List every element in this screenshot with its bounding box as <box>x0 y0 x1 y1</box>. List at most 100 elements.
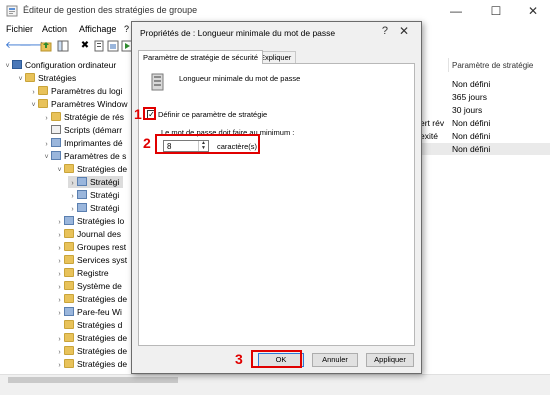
window-title: Éditeur de gestion des stratégies de gro… <box>23 5 198 15</box>
tree-item[interactable]: › Imprimantes dé <box>42 137 123 149</box>
tree-item-label: Système de <box>77 281 122 291</box>
policy-name: Longueur minimale du mot de passe <box>179 74 301 83</box>
tree-item-label: Stratégi <box>90 203 120 213</box>
annotation-number-3: 3 <box>235 351 243 367</box>
minimize-button[interactable]: — <box>437 0 475 22</box>
forward-arrow-icon[interactable]: 🡒 <box>19 40 46 52</box>
policy-value[interactable]: Non défini <box>452 78 490 90</box>
menu-affichage[interactable]: Affichage <box>79 24 116 34</box>
tree-item-label: Stratégi <box>90 190 120 200</box>
security-icon <box>51 151 61 160</box>
policy-list-pane: Paramètre de stratégie Non défini 365 jo… <box>418 57 550 370</box>
tree-item[interactable]: › Stratégies de <box>55 293 127 305</box>
tree-pane: ˅ Configuration ordinateur ˅ Stratégies › P… <box>0 57 135 370</box>
menu-fichier[interactable]: Fichier <box>6 24 33 34</box>
tree-item[interactable]: › Stratégies de <box>55 358 127 370</box>
folder-icon <box>51 112 61 121</box>
expand-icon[interactable]: ˅ <box>16 74 25 86</box>
column-header-setting[interactable]: Paramètre de stratégie <box>452 61 533 70</box>
tree-item[interactable]: › Stratégies lo <box>55 215 124 227</box>
folder-icon <box>64 255 74 264</box>
tree-item-label: Services syst <box>77 255 128 265</box>
tree-item-selected[interactable]: › Stratégi <box>68 176 124 188</box>
policy-value[interactable]: 365 jours <box>452 91 487 103</box>
dialog-help-button[interactable]: ? <box>382 25 388 37</box>
policy-name-partial[interactable]: exité <box>420 130 438 142</box>
policy-server-icon <box>151 73 164 91</box>
up-folder-icon[interactable] <box>40 40 52 52</box>
expand-icon[interactable]: ˅ <box>42 152 51 164</box>
tree-item-label: Journal des <box>77 229 121 239</box>
folder-icon <box>64 320 74 329</box>
apply-button[interactable]: Appliquer <box>366 353 414 367</box>
maximize-button[interactable]: ☐ <box>477 0 515 22</box>
define-setting-label[interactable]: Définir ce paramètre de stratégie <box>158 110 267 119</box>
delete-icon[interactable]: ✖ <box>79 40 91 52</box>
policy-value[interactable]: Non défini <box>452 130 490 142</box>
horizontal-scrollbar[interactable] <box>0 374 550 384</box>
tree-item[interactable]: › Stratégi <box>68 189 119 201</box>
folder-icon <box>77 177 87 186</box>
tree-item-label: Paramètres du logi <box>51 86 123 96</box>
tree-item[interactable]: › Stratégies de <box>55 345 127 357</box>
tree-item[interactable]: › Stratégie de rés <box>42 111 124 123</box>
document-icon <box>51 125 61 134</box>
expand-icon[interactable]: ˅ <box>3 61 12 73</box>
annotation-box-min-length <box>155 134 260 154</box>
folder-icon <box>64 281 74 290</box>
tab-security-setting[interactable]: Paramètre de stratégie de sécurité <box>138 50 264 64</box>
export-list-icon[interactable] <box>107 40 119 52</box>
tree-item-label: Stratégies de <box>77 333 128 343</box>
properties-dialog: Propriétés de : Longueur minimale du mot… <box>131 21 422 374</box>
folder-icon <box>64 229 74 238</box>
tree-item-label: Stratégies de <box>77 294 128 304</box>
expand-icon[interactable]: ˅ <box>55 165 64 177</box>
tree-item[interactable]: › Paramètres du logi <box>29 85 122 97</box>
tree-item[interactable]: ˅ Stratégies de <box>55 163 127 175</box>
tree-item[interactable]: › Stratégies de <box>55 332 127 344</box>
tree-item[interactable]: ˅ Stratégies <box>16 72 76 84</box>
tree-item-label: Stratégie de rés <box>64 112 125 122</box>
scrollbar-thumb[interactable] <box>8 377 178 383</box>
policy-value[interactable]: Non défini <box>452 117 490 129</box>
annotation-box-checkbox <box>143 107 156 120</box>
tree-item[interactable]: Scripts (démarr <box>42 124 122 136</box>
tree-item[interactable]: › Stratégi <box>68 202 119 214</box>
close-button[interactable]: ✕ <box>514 0 550 22</box>
tree-item[interactable]: › Services syst <box>55 254 127 266</box>
tree-item[interactable]: › Registre <box>55 267 109 279</box>
tree-item-label: Stratégies <box>38 73 77 83</box>
tree-item-label: Stratégies lo <box>77 216 125 226</box>
menu-action[interactable]: Action <box>42 24 67 34</box>
dialog-close-button[interactable]: ✕ <box>399 24 409 38</box>
tree-item[interactable]: ˅ Configuration ordinateur <box>3 59 116 71</box>
policy-value[interactable]: Non défini <box>452 143 490 155</box>
tree-item-label: Configuration ordinateur <box>25 60 117 70</box>
tree-item[interactable]: › Groupes rest <box>55 241 126 253</box>
policy-name-partial[interactable]: ert rév <box>420 117 444 129</box>
folder-icon <box>25 73 35 82</box>
tree-item[interactable]: › Journal des <box>55 228 121 240</box>
folder-icon <box>64 164 74 173</box>
tree-item-label: Registre <box>77 268 109 278</box>
show-hide-tree-icon[interactable] <box>57 40 69 52</box>
tree-item-label: Paramètres de s <box>64 151 127 161</box>
expand-icon[interactable]: ˅ <box>29 100 38 112</box>
dialog-title: Propriétés de : Longueur minimale du mot… <box>140 28 336 38</box>
tree-item[interactable]: Stratégies d <box>55 319 122 331</box>
computer-icon <box>12 60 22 69</box>
tree-item[interactable]: ˅ Paramètres Window <box>29 98 128 110</box>
tree-item[interactable]: ˅ Paramètres de s <box>42 150 126 162</box>
policy-value[interactable]: 30 jours <box>452 104 482 116</box>
properties-icon[interactable] <box>93 40 105 52</box>
tree-item-label: Paramètres Window <box>51 99 128 109</box>
back-arrow-icon[interactable]: 🡐 <box>5 40 32 52</box>
menu-help[interactable]: ? <box>124 24 129 34</box>
tree-item[interactable]: › Système de <box>55 280 122 292</box>
folder-icon <box>77 203 87 212</box>
annotation-box-ok <box>251 350 302 368</box>
cancel-button[interactable]: Annuler <box>312 353 358 367</box>
folder-icon <box>64 242 74 251</box>
tree-item[interactable]: › Pare-feu Wi <box>55 306 122 318</box>
expand-icon[interactable]: › <box>55 360 64 370</box>
